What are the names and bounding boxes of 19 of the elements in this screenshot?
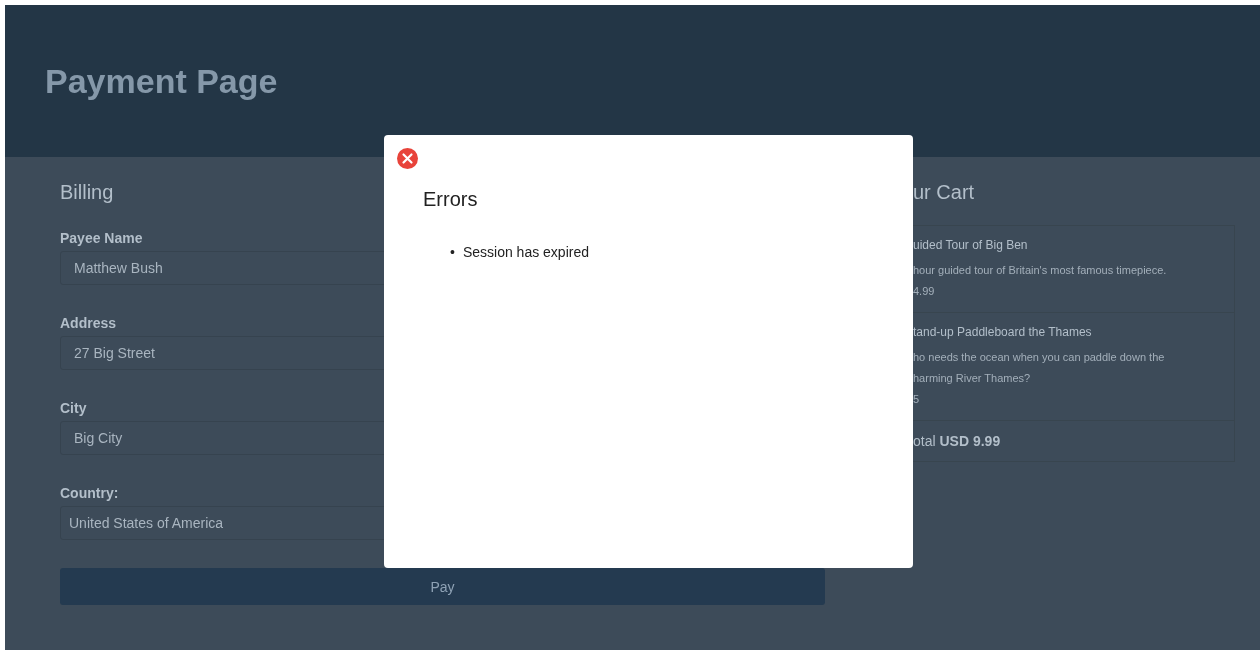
pay-button[interactable]: Pay [60,568,825,605]
close-icon[interactable] [397,148,418,169]
item-price: 5 [913,392,920,407]
item-price: 4.99 [913,284,935,299]
bullet-mark: • [450,243,455,261]
field-label: Country: [60,485,119,501]
page-title: Payment Page [45,61,278,101]
item-name: tand-up Paddleboard the Thames [913,325,1092,339]
field-label: City [60,400,87,416]
billing-heading: Billing [60,181,114,204]
field-label: Address [60,315,117,331]
item-description: harming River Thames? [913,371,1031,386]
dialog-title: Errors [423,188,479,211]
item-name: uided Tour of Big Ben [913,238,1028,252]
item-description: ho needs the ocean when you can paddle down the [913,350,1165,365]
item-description: hour guided tour of Britain's most famous timepiece. [913,263,1167,278]
error-message: Session has expired [462,243,589,261]
field-label: Payee Name [60,230,143,246]
cart-heading: ur Cart [912,181,975,204]
